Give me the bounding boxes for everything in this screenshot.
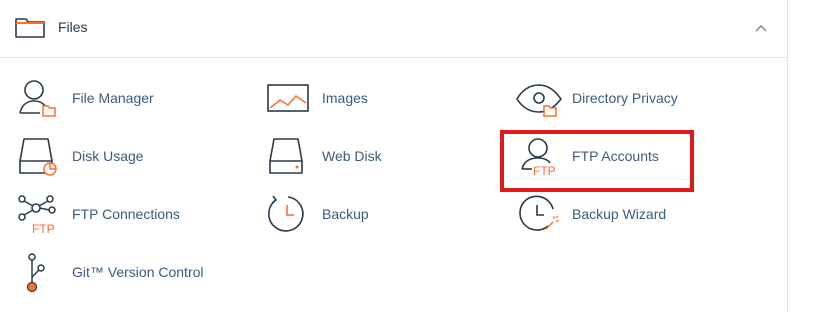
- section-title: Files: [58, 19, 88, 35]
- item-label: FTP Connections: [72, 206, 180, 222]
- images-icon: [266, 77, 314, 121]
- file-manager-icon: [16, 77, 64, 121]
- item-label: Directory Privacy: [572, 90, 678, 106]
- folder-icon: [14, 15, 46, 39]
- item-label: Web Disk: [322, 148, 382, 164]
- item-label: Disk Usage: [72, 148, 144, 164]
- section-header[interactable]: Files: [0, 0, 787, 58]
- item-label: File Manager: [72, 90, 154, 106]
- item-label: Git™ Version Control: [72, 264, 204, 280]
- chevron-up-icon[interactable]: [752, 21, 770, 35]
- web-disk-icon: [266, 135, 314, 179]
- item-label: Images: [322, 90, 368, 106]
- eye-folder-icon: [516, 77, 564, 121]
- ftp-network-icon: FTP: [16, 193, 64, 237]
- item-label: Backup Wizard: [572, 206, 667, 222]
- clock-wand-icon: [516, 193, 564, 237]
- git-branch-icon: [16, 251, 64, 295]
- disk-usage-icon: [16, 135, 64, 179]
- clock-backup-icon: [266, 193, 314, 237]
- ftp-icon-text: FTP: [32, 222, 55, 236]
- highlight-box: [500, 130, 694, 192]
- item-label: Backup: [322, 206, 369, 222]
